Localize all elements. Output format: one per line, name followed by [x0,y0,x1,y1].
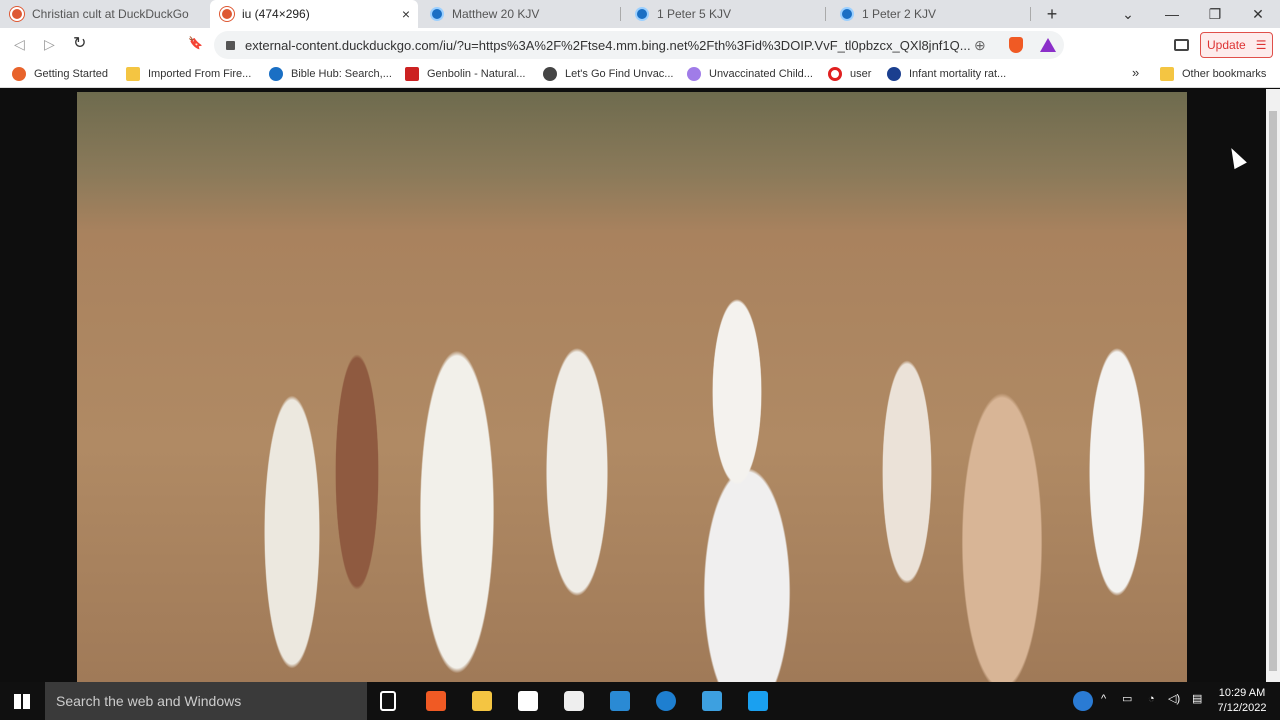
file-explorer-icon[interactable] [472,691,492,711]
tab-title: iu (474×296) [242,7,310,21]
tab-search-button[interactable]: ⌄ [1106,0,1150,28]
zoom-app-icon[interactable] [748,691,768,711]
new-tab-button[interactable]: + [1030,0,1074,28]
firefox-icon [12,67,26,81]
biblehub-icon [840,7,854,21]
tab-title: Christian cult at DuckDuckGo [32,7,189,21]
bookmark-label: Other bookmarks [1182,68,1267,80]
url-text[interactable]: external-content.duckduckgo.com/iu/?u=ht… [245,38,971,53]
folder-icon [1160,67,1174,81]
tab-divider [620,7,621,21]
tray-overflow-icon[interactable]: ^ [1101,692,1106,707]
other-bookmarks-folder[interactable]: Other bookmarks [1160,67,1266,81]
menu-icon: ☰ [1255,38,1267,52]
minimize-button[interactable]: — [1150,0,1194,28]
camera-icon[interactable] [564,691,584,711]
bookmark-label: Getting Started [34,68,108,80]
c-logo-icon [828,67,842,81]
tab-title: 1 Peter 5 KJV [657,7,732,21]
help-icon[interactable] [1073,691,1093,711]
lock-icon [226,40,235,50]
tab-title: Matthew 20 KJV [452,7,540,21]
back-button[interactable]: ◁ [14,36,25,53]
close-window-button[interactable]: ✕ [1236,0,1280,28]
bookmarks-overflow-button[interactable]: » [1132,65,1139,80]
store-icon[interactable] [518,691,538,711]
volume-icon[interactable]: ◁) [1168,692,1180,707]
tab-1-peter-5[interactable]: 1 Peter 5 KJV [625,0,825,28]
brave-rewards-icon[interactable] [1040,38,1056,52]
time: 10:29 AM [1218,687,1266,699]
tab-divider [825,7,826,21]
taskbar: Search the web and Windows ^ ▭ ◔ ◁) ▤ 10… [0,682,1280,720]
wallet-icon[interactable] [1174,39,1189,51]
biblehub-icon [635,7,649,21]
bookmark-lets-go-find[interactable]: Let's Go Find Unvac... [543,67,673,81]
restore-button[interactable]: ❐ [1193,0,1237,28]
wifi-icon[interactable]: ◔ [1148,692,1155,707]
bookmark-label: user [850,68,872,80]
brave-taskbar-icon[interactable] [426,691,446,711]
app-icon[interactable] [702,691,722,711]
tab-title: 1 Peter 2 KJV [862,7,937,21]
biblehub-icon [430,7,444,21]
zoom-icon[interactable]: ⊕ [974,37,986,54]
forward-button[interactable]: ▷ [44,36,55,53]
bookmark-label: Imported From Fire... [148,68,252,80]
bookmarks-bar: Getting Started Imported From Fire... Bi… [0,62,1280,88]
app-icon[interactable] [656,691,676,711]
globe-icon [543,67,557,81]
tab-matthew-20[interactable]: Matthew 20 KJV [420,0,620,28]
scrollbar[interactable] [1266,89,1280,682]
bookmark-getting-started[interactable]: Getting Started [12,67,108,81]
folder-icon [126,67,140,81]
bookmark-user[interactable]: user [828,67,871,81]
address-bar[interactable]: external-content.duckduckgo.com/iu/?u=ht… [214,31,1064,59]
bookmark-page-button[interactable]: 🔖 [188,36,203,50]
tab-iu-image[interactable]: iu (474×296) × [210,0,418,28]
bookmark-infant-mortality[interactable]: Infant mortality rat... [887,67,1006,81]
tab-bar: Christian cult at DuckDuckGo iu (474×296… [0,0,1280,28]
scrollbar-thumb[interactable] [1269,111,1277,671]
biblehub-icon [269,67,283,81]
bookmark-label: Bible Hub: Search,... [291,68,392,80]
bookmark-label: Let's Go Find Unvac... [565,68,674,80]
bookmark-folder-imported[interactable]: Imported From Fire... [126,67,251,81]
duckduckgo-icon [10,7,24,21]
update-label: Update [1207,38,1246,52]
clock[interactable]: 10:29 AM 7/12/2022 [1214,686,1270,716]
bookmark-genbolin[interactable]: Genbolin - Natural... [405,67,525,81]
tab-1-peter-2[interactable]: 1 Peter 2 KJV [830,0,1030,28]
search-placeholder: Search the web and Windows [56,693,242,709]
control-panel-icon[interactable] [610,691,630,711]
reload-button[interactable]: ↻ [73,33,86,53]
tab-christian-cult[interactable]: Christian cult at DuckDuckGo [0,0,210,28]
page-content [0,89,1266,682]
close-tab-icon[interactable]: × [402,6,410,22]
task-view-icon[interactable] [380,691,396,711]
notifications-icon[interactable]: ▤ [1192,692,1202,707]
start-button[interactable] [14,694,30,709]
brave-shields-icon[interactable] [1009,37,1023,53]
bookmark-label: Genbolin - Natural... [427,68,526,80]
duckduckgo-icon [220,7,234,21]
bookmark-label: Infant mortality rat... [909,68,1007,80]
update-button[interactable]: Update ☰ [1200,32,1273,58]
browser-toolbar: ◁ ▷ ↻ 🔖 external-content.duckduckgo.com/… [0,28,1280,62]
genbolin-icon [405,67,419,81]
network-icon[interactable]: ▭ [1122,692,1132,707]
image-people-in-white-robes-circle[interactable] [77,92,1187,682]
site-icon [887,67,901,81]
bookmark-bible-hub[interactable]: Bible Hub: Search,... [269,67,392,81]
site-icon [687,67,701,81]
taskbar-search[interactable]: Search the web and Windows [45,682,367,720]
bookmark-unvaccinated-child[interactable]: Unvaccinated Child... [687,67,813,81]
date: 7/12/2022 [1217,702,1267,714]
bookmark-label: Unvaccinated Child... [709,68,813,80]
